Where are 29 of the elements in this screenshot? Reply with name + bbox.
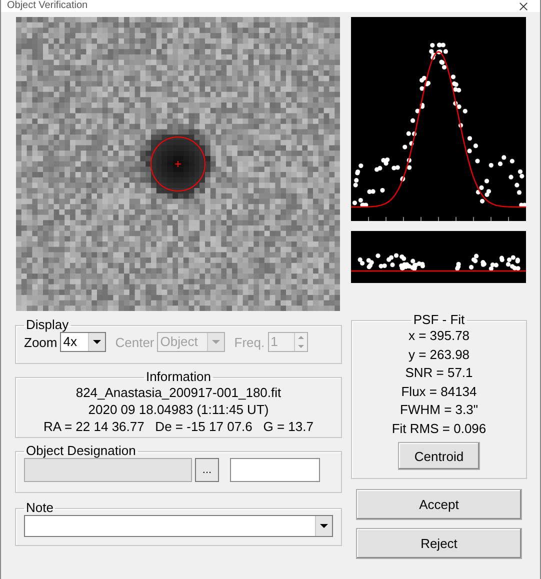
info-text: RA = 22 14 36.77 De = -15 17 07.6 G = 13.7 [42, 418, 314, 435]
caret-icon [320, 524, 328, 528]
group-label: Display [25, 318, 70, 332]
note-dropdown[interactable] [24, 515, 333, 537]
browse-button[interactable]: ... [195, 458, 219, 482]
centroid-button[interactable]: Centroid [398, 442, 480, 470]
fit-value: x = 395.78 [407, 327, 471, 345]
info-text: 2020 09 18.04983 (1:11:45 UT) [87, 401, 270, 418]
input-field[interactable] [230, 458, 320, 482]
window-title: Object Verification [7, 1, 88, 11]
dialog-button[interactable]: Accept [356, 489, 522, 520]
group-label: PSF - Fit [412, 313, 466, 327]
fit-value: y = 263.98 [407, 346, 471, 364]
field-label: Center [115, 334, 154, 350]
info-text: 824_Anastasia_200917-001_180.fit [74, 384, 282, 401]
caret-icon [93, 340, 102, 344]
fit-value: SNR = 57.1 [404, 364, 474, 382]
field-label: Zoom [24, 334, 58, 350]
close-icon[interactable] [519, 2, 528, 10]
fit-value: FWHM = 3.3" [399, 401, 479, 419]
group-label: Object Designation [25, 444, 137, 458]
dropdown[interactable]: 4x [60, 332, 106, 352]
fit-value: Flux = 84134 [400, 382, 478, 400]
dialog-button[interactable]: Reject [356, 528, 522, 559]
group-label: Information [144, 370, 212, 384]
group-label: Note [25, 501, 54, 515]
fit-value: Fit RMS = 0.096 [390, 420, 488, 438]
field-label: Freq. [234, 334, 265, 350]
caret-icon [212, 340, 220, 344]
